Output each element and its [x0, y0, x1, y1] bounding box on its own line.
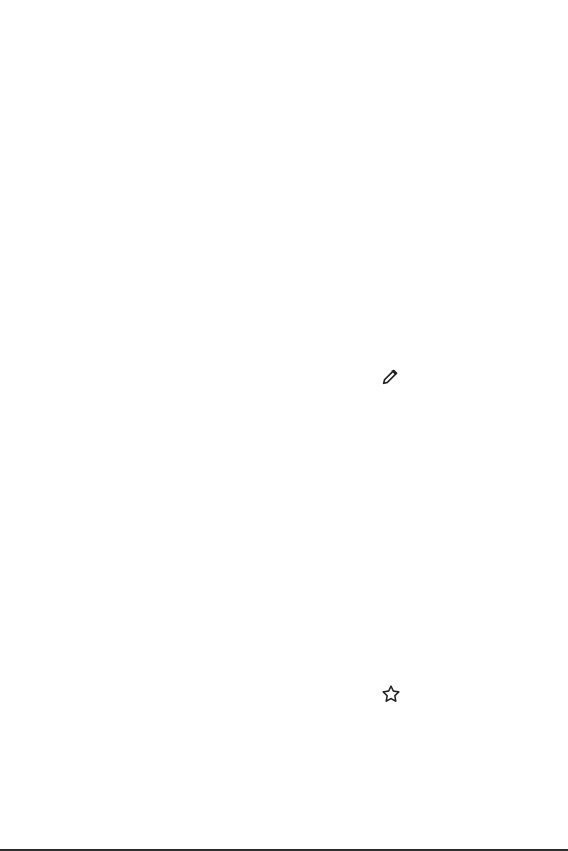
- pencil-icon: [382, 369, 398, 385]
- star-outline-icon: [382, 685, 400, 702]
- favorite-button[interactable]: [377, 680, 405, 708]
- app-screen: [0, 0, 568, 851]
- edit-button[interactable]: [377, 362, 405, 390]
